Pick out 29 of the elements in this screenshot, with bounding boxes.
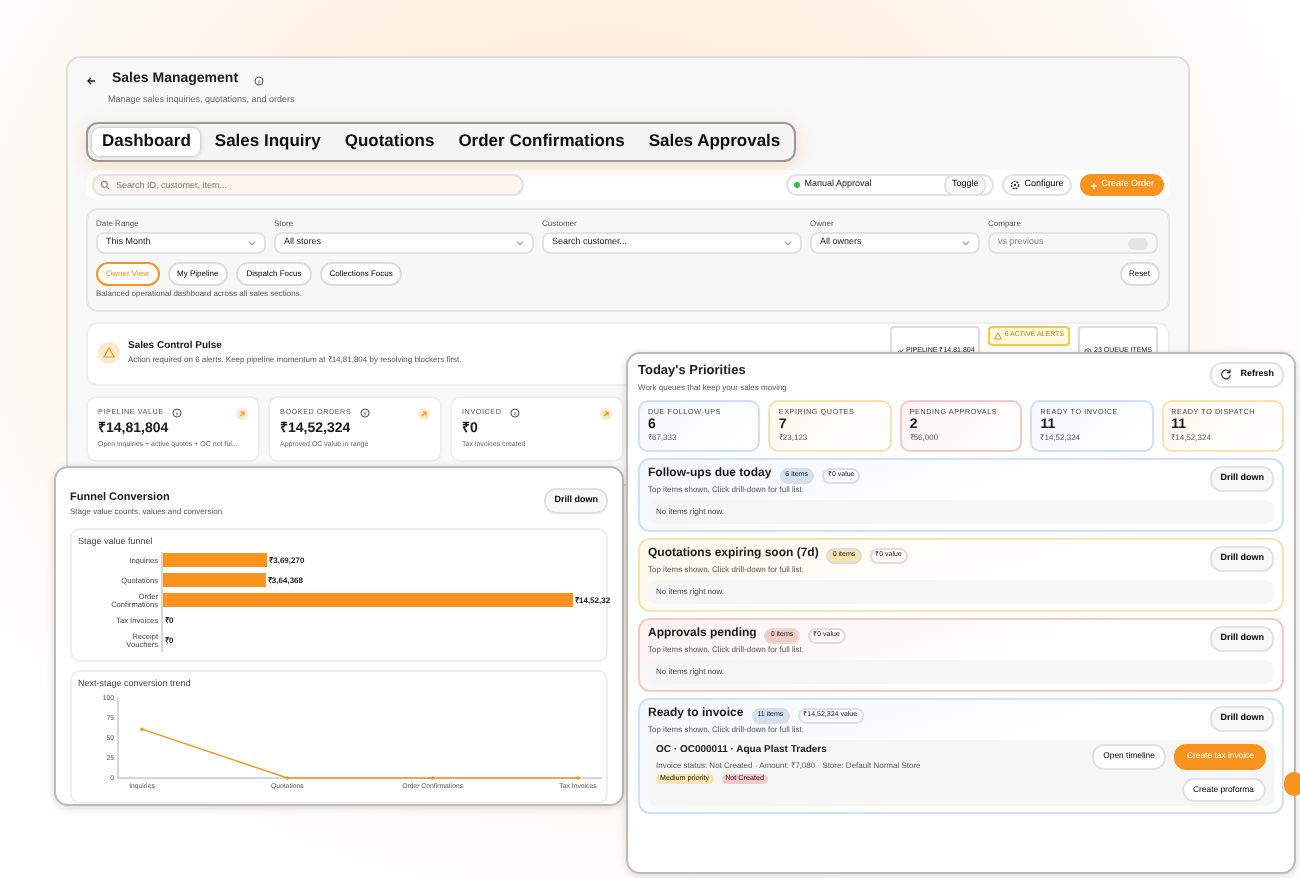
info-icon bbox=[509, 408, 520, 418]
arrow-up-right-icon bbox=[418, 407, 430, 419]
warning-icon bbox=[994, 331, 1003, 340]
info-icon bbox=[359, 408, 370, 418]
tab[interactable]: Sales Approvals bbox=[638, 128, 791, 156]
chevron-down-icon bbox=[784, 240, 792, 247]
tab[interactable]: Dashboard bbox=[92, 128, 201, 156]
arrow-up-right-icon bbox=[600, 407, 612, 419]
bar bbox=[163, 573, 266, 587]
arrow-up-right-icon bbox=[236, 407, 248, 419]
tab[interactable]: Quotations bbox=[334, 128, 445, 156]
info-icon bbox=[254, 75, 265, 86]
chevron-down-icon bbox=[248, 240, 256, 247]
search-icon bbox=[100, 180, 110, 191]
chevron-down-icon bbox=[516, 240, 524, 247]
trend-icon bbox=[896, 348, 904, 355]
warning-icon bbox=[98, 342, 120, 365]
gear-icon bbox=[1010, 180, 1021, 191]
back-arrow-icon[interactable] bbox=[86, 75, 96, 86]
tab[interactable]: Sales Inquiry bbox=[204, 128, 331, 156]
refresh-icon bbox=[1220, 368, 1233, 381]
plus-icon bbox=[1089, 181, 1098, 190]
data-point bbox=[430, 775, 435, 780]
floating-action-button[interactable] bbox=[1284, 772, 1300, 796]
bar bbox=[163, 553, 268, 567]
info-icon bbox=[171, 408, 182, 418]
chevron-down-icon bbox=[962, 240, 970, 247]
data-point bbox=[285, 775, 290, 780]
tab[interactable]: Order Confirmations bbox=[448, 128, 635, 156]
